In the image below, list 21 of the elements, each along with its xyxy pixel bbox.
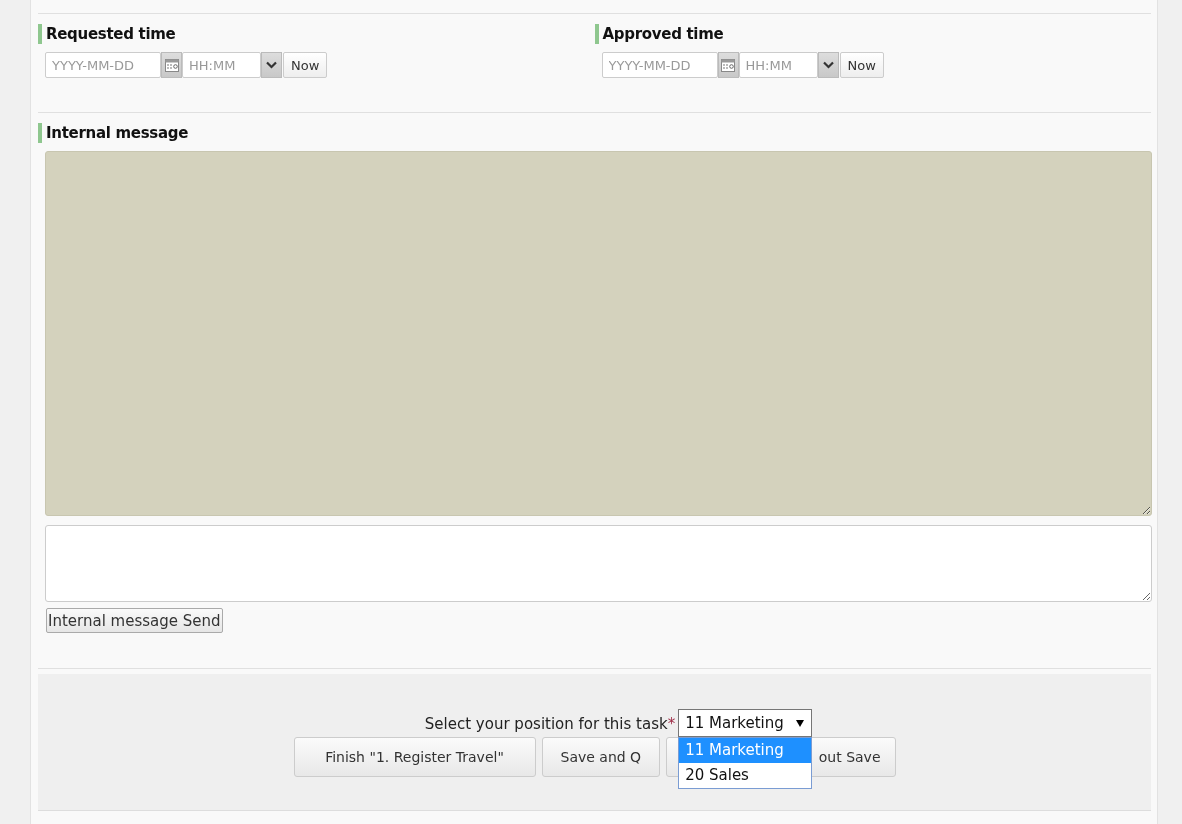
action-button[interactable]: Save and Q <box>541 737 660 777</box>
position-select[interactable]: 11 Marketing <box>678 709 813 737</box>
date-field[interactable]: YYYY-MM-DD <box>45 52 161 78</box>
required-mark: * <box>667 714 676 733</box>
dropdown-caret-icon[interactable] <box>261 52 282 78</box>
position-label: Select your position for this task <box>424 714 668 733</box>
time-field[interactable]: HH:MM <box>738 52 818 78</box>
now-button[interactable]: Now <box>283 52 328 78</box>
field-label: Approved time <box>594 24 1151 44</box>
action-button[interactable]: Finish "1. Register Travel" <box>293 737 536 777</box>
message-input[interactable] <box>45 525 1152 602</box>
section-label: Internal message <box>38 123 1151 143</box>
send-button[interactable]: Internal message Send <box>46 608 223 633</box>
calendar-icon[interactable] <box>717 52 739 78</box>
calendar-icon[interactable] <box>161 52 182 78</box>
time-field[interactable]: HH:MM <box>182 52 261 78</box>
field-label: Requested time <box>38 24 595 44</box>
now-button[interactable]: Now <box>839 52 884 78</box>
date-field[interactable]: YYYY-MM-DD <box>601 52 718 78</box>
dropdown-caret-icon[interactable] <box>817 52 839 78</box>
dropdown-caret-icon <box>796 719 805 727</box>
